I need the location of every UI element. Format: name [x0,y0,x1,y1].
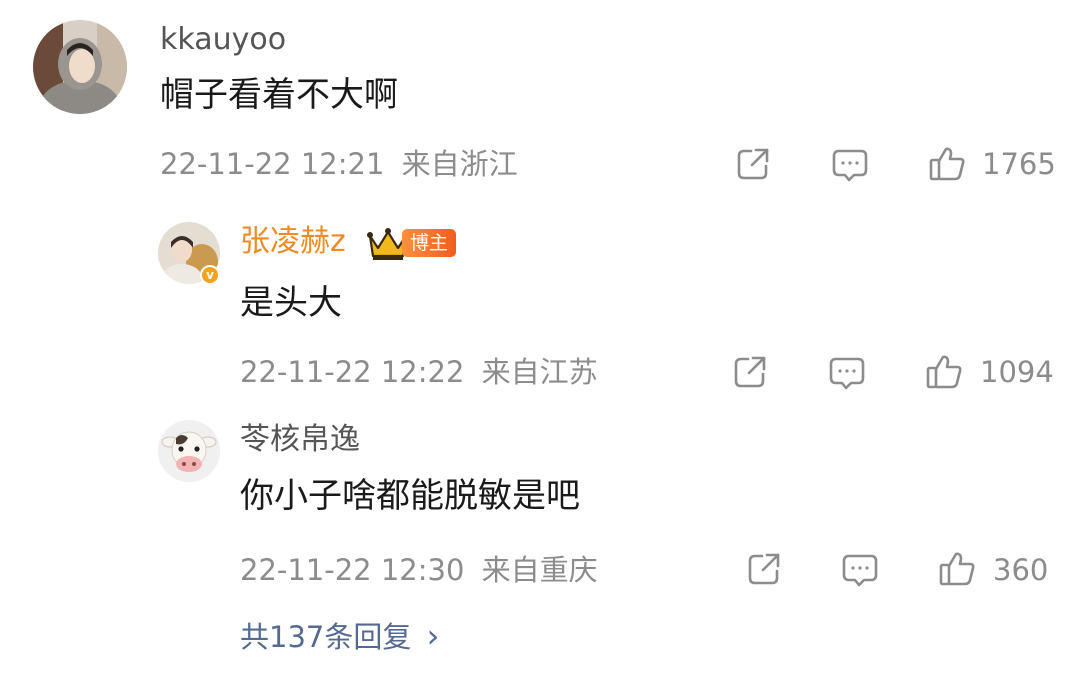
like-count: 360 [993,553,1049,587]
avatar[interactable] [33,20,127,114]
comment-time: 22-11-22 12:30 [240,553,465,587]
like-thumb-icon[interactable] [925,353,963,391]
comment-meta: 22-11-22 12:22 来自江苏 [240,358,598,387]
comment-location: 来自浙江 [401,147,518,181]
chevron-right-icon: › [426,617,440,655]
comment-username[interactable]: kkauyoo [160,25,286,55]
reply-comment-icon[interactable] [841,552,879,588]
comment-time: 22-11-22 12:22 [240,355,465,389]
blogger-badge: 博主 [402,229,457,257]
share-icon[interactable] [735,146,771,182]
reply-comment-icon[interactable] [828,355,866,391]
comment-text: 帽子看着不大啊 [160,75,398,115]
like-thumb-icon[interactable] [928,145,966,183]
comment-text: 你小子啥都能脱敏是吧 [240,476,580,516]
comment-meta: 22-11-22 12:30 来自重庆 [240,556,598,585]
comment-time: 22-11-22 12:21 [160,147,385,181]
reply-comment-icon[interactable] [831,147,869,183]
share-icon[interactable] [732,354,768,390]
comment-location: 来自重庆 [481,553,598,587]
verified-badge-icon: v [200,265,220,285]
comment-location: 来自江苏 [481,355,598,389]
share-icon[interactable] [746,551,782,587]
like-count: 1765 [982,147,1056,181]
more-replies-label: 共137条回复 [240,620,412,654]
comment-username[interactable]: 苓核帛逸 [240,425,360,455]
avatar[interactable] [158,420,220,482]
more-replies-link[interactable]: 共137条回复 › [240,620,439,652]
comment-meta: 22-11-22 12:21 来自浙江 [160,150,518,179]
comment-text: 是头大 [240,283,342,323]
like-thumb-icon[interactable] [938,550,976,588]
comment-username[interactable]: 张凌赫z [240,227,346,257]
like-count: 1094 [980,355,1054,389]
